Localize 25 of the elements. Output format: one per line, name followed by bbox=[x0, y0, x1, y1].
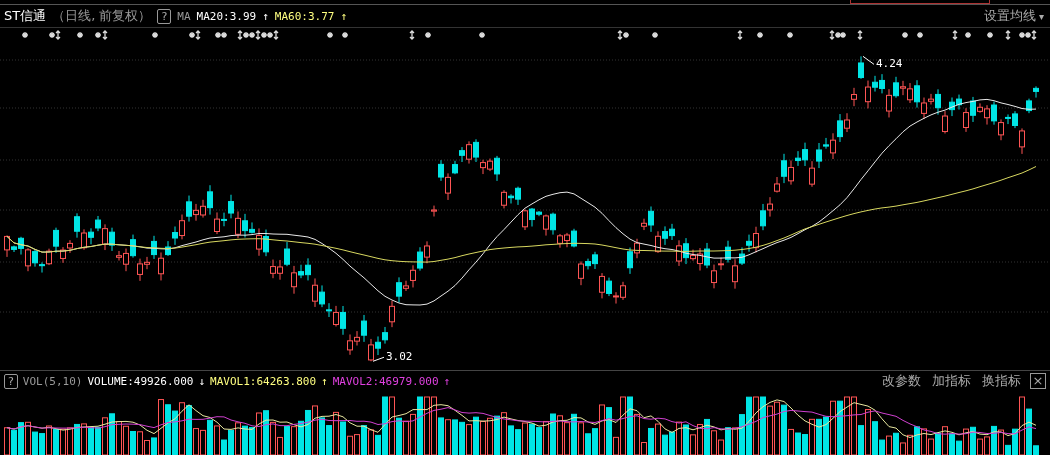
indicator-action-button[interactable]: 加指标 bbox=[932, 372, 971, 390]
indicator-name: VOL(5,10) bbox=[22, 374, 83, 388]
ma-value: MA60:3.77 bbox=[274, 9, 335, 23]
period-label: （日线, 前复权） bbox=[52, 7, 152, 25]
stock-title: ST信通 bbox=[4, 7, 47, 25]
ma-value: MA20:3.99 bbox=[196, 9, 257, 23]
price-label: 4.24 bbox=[876, 58, 903, 71]
trend-arrow: ↑ bbox=[321, 374, 328, 388]
indicator-action-button[interactable]: 换指标 bbox=[982, 372, 1021, 390]
leader-line bbox=[372, 356, 385, 362]
price-label: 3.02 bbox=[386, 351, 413, 364]
trend-arrow: ↓ bbox=[198, 374, 206, 388]
trend-arrow: ↑ bbox=[340, 9, 348, 23]
leader-line bbox=[862, 55, 875, 65]
volume-value: MAVOL1:64263.800 bbox=[210, 374, 316, 388]
trend-arrow: ↑ bbox=[443, 374, 451, 388]
indicator-name: MA bbox=[177, 9, 191, 23]
indicator-action-button[interactable]: 改参数 bbox=[882, 372, 921, 390]
help-button[interactable]: ? bbox=[4, 373, 18, 389]
volume-value: MAVOL2:46979.000 bbox=[332, 374, 439, 388]
close-button[interactable]: × bbox=[1030, 373, 1046, 389]
ma-settings-dropdown[interactable]: 设置均线 ▾ bbox=[983, 7, 1044, 25]
volume-value: VOLUME:49926.000 bbox=[87, 374, 194, 388]
trend-arrow: ↑ bbox=[262, 9, 269, 23]
help-button[interactable]: ? bbox=[157, 8, 172, 24]
